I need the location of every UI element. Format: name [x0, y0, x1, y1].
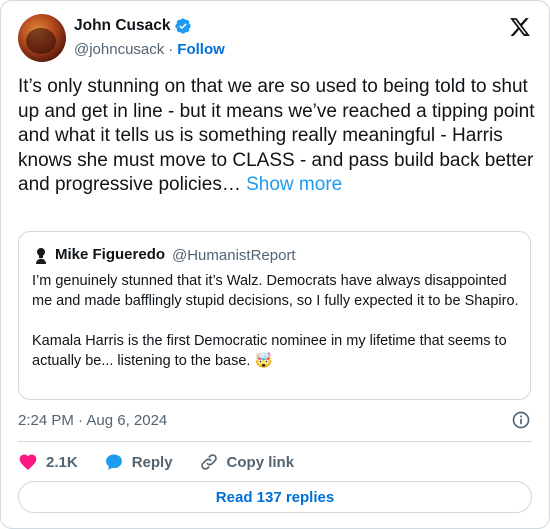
author-handle[interactable]: @johncusack	[74, 41, 164, 58]
read-replies-button[interactable]: Read 137 replies	[18, 481, 532, 513]
tweet-timestamp[interactable]: 2:24 PM · Aug 6, 2024	[18, 412, 167, 429]
heart-icon	[19, 454, 37, 470]
copy-link-label: Copy link	[226, 453, 295, 471]
speech-bubble-icon	[105, 454, 122, 470]
author-avatar[interactable]	[18, 14, 66, 62]
embedded-tweet-card: John Cusack @johncusack · Follow It’s on…	[0, 0, 550, 529]
handle-separator: ·	[168, 41, 174, 58]
tweet-actions: 2.1K Reply Copy link	[18, 451, 320, 473]
tweet-text: It’s only stunning on that we are so use…	[18, 75, 538, 198]
copy-link-button[interactable]: Copy link	[199, 452, 295, 472]
divider	[18, 441, 532, 442]
verified-badge-icon	[175, 18, 192, 34]
reply-label: Reply	[131, 453, 173, 471]
x-logo-icon[interactable]	[509, 16, 531, 38]
author-name-row: John Cusack	[74, 17, 192, 35]
author-display-name[interactable]: John Cusack	[74, 17, 170, 35]
info-icon[interactable]	[511, 410, 531, 430]
like-count: 2.1K	[46, 453, 78, 471]
reply-button[interactable]: Reply	[104, 452, 173, 472]
show-more-link[interactable]: Show more	[246, 174, 342, 195]
author-handle-row: @johncusack · Follow	[74, 41, 225, 58]
quoted-tweet-text: I’m genuinely stunned that it’s Walz. De…	[32, 271, 522, 371]
quoted-author-avatar	[33, 246, 49, 264]
link-icon	[200, 454, 217, 470]
quoted-author-name: Mike Figueredo	[55, 246, 166, 263]
quoted-paragraph: I’m genuinely stunned that it’s Walz. De…	[32, 273, 519, 309]
quoted-author-handle: @HumanistReport	[172, 247, 296, 264]
follow-button[interactable]: Follow	[177, 41, 225, 58]
quoted-tweet[interactable]: Mike Figueredo @HumanistReport I’m genui…	[18, 231, 531, 400]
quoted-paragraph: Kamala Harris is the first Democratic no…	[32, 333, 507, 369]
like-button[interactable]: 2.1K	[18, 452, 78, 472]
